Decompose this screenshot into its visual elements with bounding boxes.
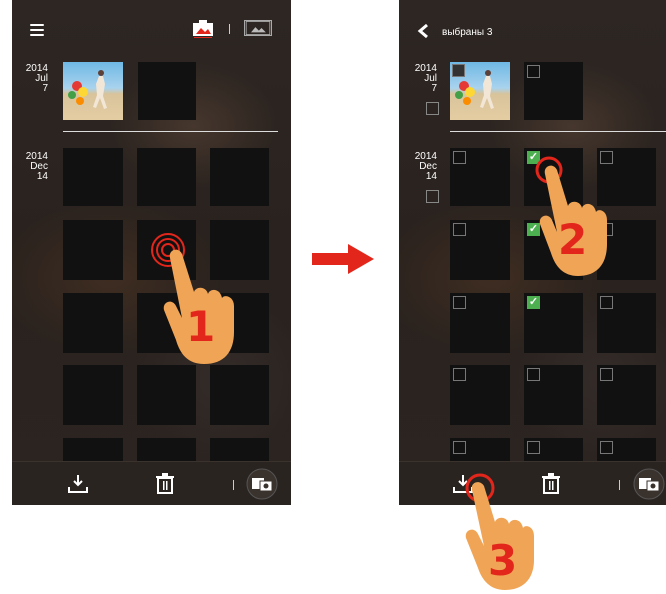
select-checkbox[interactable] (453, 151, 466, 164)
photo-tile[interactable] (137, 365, 196, 425)
select-checkbox[interactable] (452, 64, 465, 77)
select-checkbox[interactable] (600, 368, 613, 381)
photo-tile[interactable] (210, 148, 269, 206)
photo-tile[interactable] (450, 220, 510, 280)
top-bar: выбраны 3 (399, 0, 666, 52)
photo-tile[interactable] (524, 365, 583, 425)
select-checkbox[interactable] (600, 296, 613, 309)
select-checkbox[interactable] (453, 223, 466, 236)
photo-tile-selected[interactable]: ✓ (524, 293, 583, 353)
photo-tile[interactable] (450, 365, 510, 425)
photo-tile[interactable] (63, 293, 123, 353)
menu-icon[interactable] (30, 24, 44, 36)
date-label-dec: 2014 Dec 14 (414, 151, 437, 182)
camera-tab-icon[interactable] (192, 18, 214, 38)
photo-tile[interactable] (63, 220, 123, 280)
photo-tile[interactable] (450, 148, 510, 206)
bottom-action-bar (12, 461, 291, 505)
photo-tile[interactable] (450, 293, 510, 353)
back-arrow-icon[interactable] (417, 24, 429, 38)
section-divider (450, 131, 666, 132)
date-select-checkbox[interactable] (426, 102, 439, 115)
action-separator (233, 480, 234, 490)
select-checkbox[interactable] (527, 65, 540, 78)
photo-tile[interactable] (210, 365, 269, 425)
camera-switch-icon[interactable] (246, 468, 278, 500)
top-bar (12, 0, 291, 52)
select-checkbox[interactable] (600, 441, 613, 454)
step-label-2: 2 (558, 215, 588, 264)
section-divider (63, 131, 278, 132)
select-checkbox[interactable] (453, 296, 466, 309)
photo-tile[interactable] (137, 148, 196, 206)
select-checkbox[interactable] (453, 368, 466, 381)
step-label-3: 3 (488, 536, 518, 585)
select-checkbox[interactable] (453, 441, 466, 454)
camera-switch-icon[interactable] (633, 468, 665, 500)
select-checkbox[interactable] (527, 441, 540, 454)
arrow-right-icon (312, 244, 374, 274)
photo-tile[interactable] (597, 365, 656, 425)
photo-thumbnail[interactable] (450, 62, 510, 120)
download-icon[interactable] (67, 473, 89, 495)
photo-tile[interactable] (138, 62, 196, 120)
date-select-checkbox[interactable] (426, 190, 439, 203)
photo-tile[interactable] (597, 293, 656, 353)
trash-icon[interactable] (541, 473, 561, 495)
step-label-1: 1 (186, 302, 216, 351)
date-label-dec: 2014 Dec 14 (25, 151, 48, 182)
photo-tile[interactable] (63, 365, 123, 425)
right-phone-screen: выбраны 3 2014 Jul 7 2014 Dec 14 ✓ ✓ ✓ (399, 0, 666, 505)
select-checkbox[interactable] (527, 368, 540, 381)
photo-tile[interactable] (524, 62, 583, 120)
date-label-jul: 2014 Jul 7 (414, 63, 437, 94)
photo-thumbnail[interactable] (63, 62, 123, 120)
selection-title: выбраны 3 (442, 27, 493, 38)
date-label-jul: 2014 Jul 7 (25, 63, 48, 94)
photo-tile[interactable] (63, 148, 123, 206)
action-separator (619, 480, 620, 490)
checkmark-icon[interactable]: ✓ (527, 296, 540, 309)
tab-separator (229, 24, 230, 34)
gallery-tab-icon[interactable] (244, 20, 272, 36)
trash-icon[interactable] (155, 473, 175, 495)
